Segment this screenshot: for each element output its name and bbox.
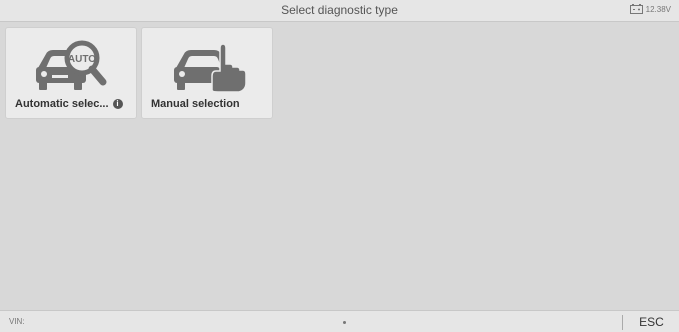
automatic-selection-label-row: Automatic selec... i bbox=[15, 98, 123, 110]
page-indicator-dot bbox=[343, 321, 346, 324]
manual-selection-label-row: Manual selection bbox=[151, 98, 240, 110]
voltage-readout: 12.38V bbox=[645, 4, 671, 14]
car-hand-icon bbox=[174, 43, 247, 93]
esc-button[interactable]: ESC bbox=[624, 313, 679, 331]
automatic-selection-tile[interactable]: AUTO Automatic selec... i bbox=[5, 27, 137, 119]
info-icon[interactable]: i bbox=[112, 99, 123, 109]
car-magnifier-auto-icon: AUTO bbox=[36, 40, 107, 90]
battery-icon bbox=[629, 4, 643, 14]
automatic-selection-label: Automatic selec... bbox=[15, 98, 109, 110]
main-content: AUTO Automatic selec... i Manual selecti… bbox=[0, 22, 679, 310]
bottom-bar: VIN: ESC bbox=[0, 310, 679, 332]
top-bar: Select diagnostic type 12.38V bbox=[0, 0, 679, 22]
manual-selection-tile[interactable]: Manual selection bbox=[141, 27, 273, 119]
esc-divider bbox=[622, 315, 623, 330]
page-title: Select diagnostic type bbox=[281, 3, 398, 17]
manual-selection-label: Manual selection bbox=[151, 98, 240, 110]
vin-label: VIN: bbox=[9, 317, 25, 326]
auto-text: AUTO bbox=[68, 54, 96, 65]
battery-status: 12.38V bbox=[629, 4, 671, 14]
